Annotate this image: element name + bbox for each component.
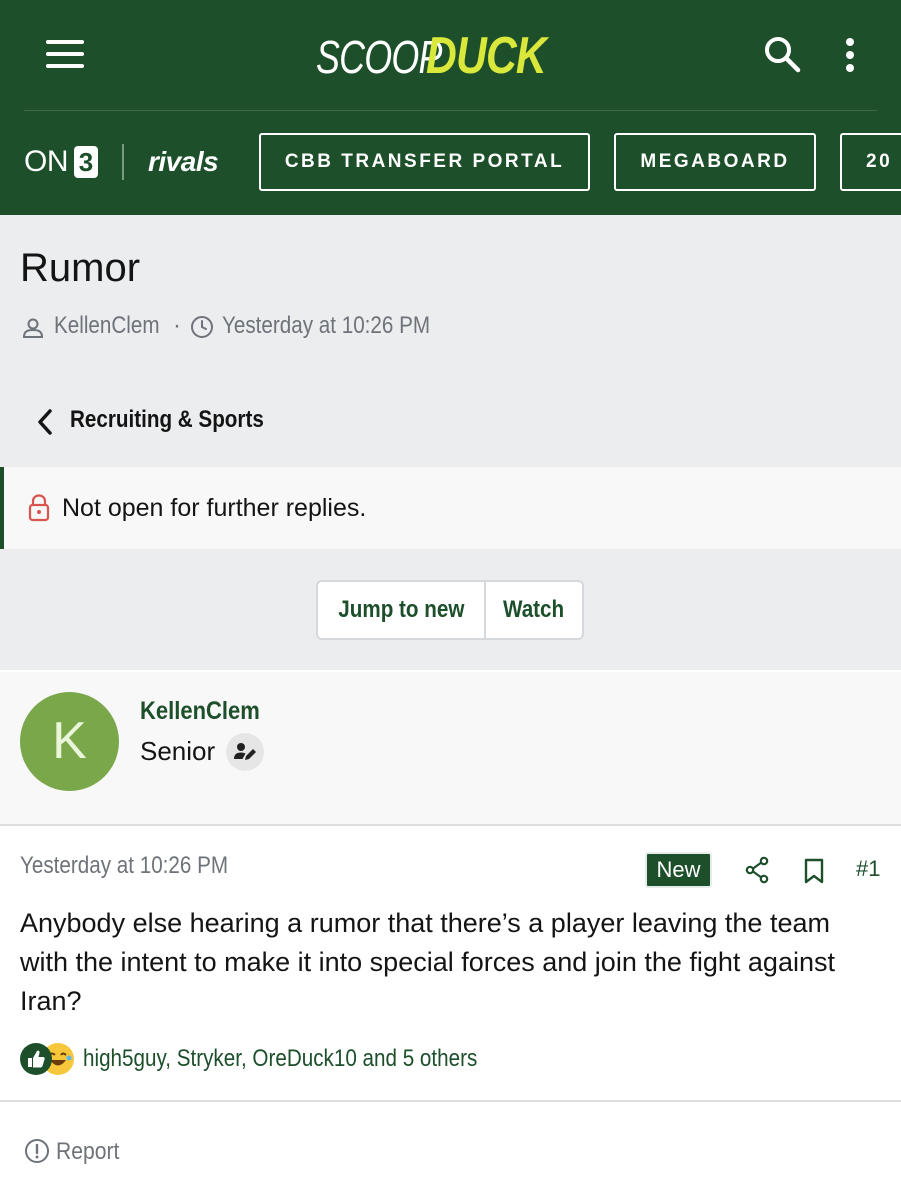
thread-actions: Jump to new Watch <box>316 580 584 640</box>
reactions-summary: high5guy, Stryker, OreDuck10 and 5 other… <box>83 1045 478 1072</box>
thread-timestamp[interactable]: Yesterday at 10:26 PM <box>222 312 430 340</box>
meta-separator: · <box>173 312 181 339</box>
thumbs-up-icon <box>20 1043 52 1075</box>
on3-logo-number: 3 <box>74 146 98 178</box>
header-divider <box>24 110 877 111</box>
breadcrumb-label: Recruiting & Sports <box>70 406 264 433</box>
share-icon[interactable] <box>744 856 770 884</box>
locked-notice-text: Not open for further replies. <box>62 494 367 522</box>
new-badge: New <box>645 852 712 888</box>
post-author-name[interactable]: KellenClem <box>140 697 260 726</box>
chevron-left-icon <box>38 409 52 435</box>
report-icon <box>25 1139 49 1163</box>
nav-pill-partial[interactable]: 20 <box>840 133 901 191</box>
more-vertical-icon[interactable] <box>840 36 860 76</box>
author-rank: Senior <box>140 736 216 766</box>
on3-logo-text: ON <box>24 145 69 178</box>
bookmark-icon[interactable] <box>802 857 826 885</box>
post-footer-divider <box>0 1100 901 1102</box>
user-edit-icon <box>226 733 264 771</box>
locked-notice: Not open for further replies. <box>0 467 901 549</box>
logo-scoop-text: SCOOP <box>316 31 442 83</box>
watch-label: Watch <box>503 596 565 623</box>
logo-separator <box>122 144 124 180</box>
avatar[interactable]: K <box>20 692 119 791</box>
rivals-logo-text: rivals <box>148 146 219 177</box>
watch-button[interactable]: Watch <box>486 582 582 638</box>
post-number-link[interactable]: #1 <box>856 856 880 882</box>
report-label: Report <box>56 1138 120 1165</box>
thread-author-link[interactable]: KellenClem <box>54 312 160 340</box>
nav-pill-cbb-transfer-portal[interactable]: CBB TRANSFER PORTAL <box>259 133 590 191</box>
clock-icon <box>191 316 213 338</box>
post-date[interactable]: Yesterday at 10:26 PM <box>20 852 228 880</box>
post-body: Anybody else hearing a rumor that there’… <box>20 908 835 1016</box>
page-title: Rumor <box>20 246 141 290</box>
nav-pill-megaboard[interactable]: MEGABOARD <box>614 133 816 191</box>
jump-to-new-button[interactable]: Jump to new <box>318 582 486 638</box>
lock-icon <box>28 494 50 522</box>
post-author-area <box>0 672 901 826</box>
user-icon <box>22 318 44 338</box>
menu-icon[interactable] <box>46 40 84 68</box>
logo-duck-text: DUCK <box>426 27 547 85</box>
search-icon[interactable] <box>762 34 802 74</box>
jump-to-new-label: Jump to new <box>337 596 465 623</box>
site-header: SCOOP DUCK ON 3 rivals CBB TRANSFER PORT… <box>0 0 901 215</box>
